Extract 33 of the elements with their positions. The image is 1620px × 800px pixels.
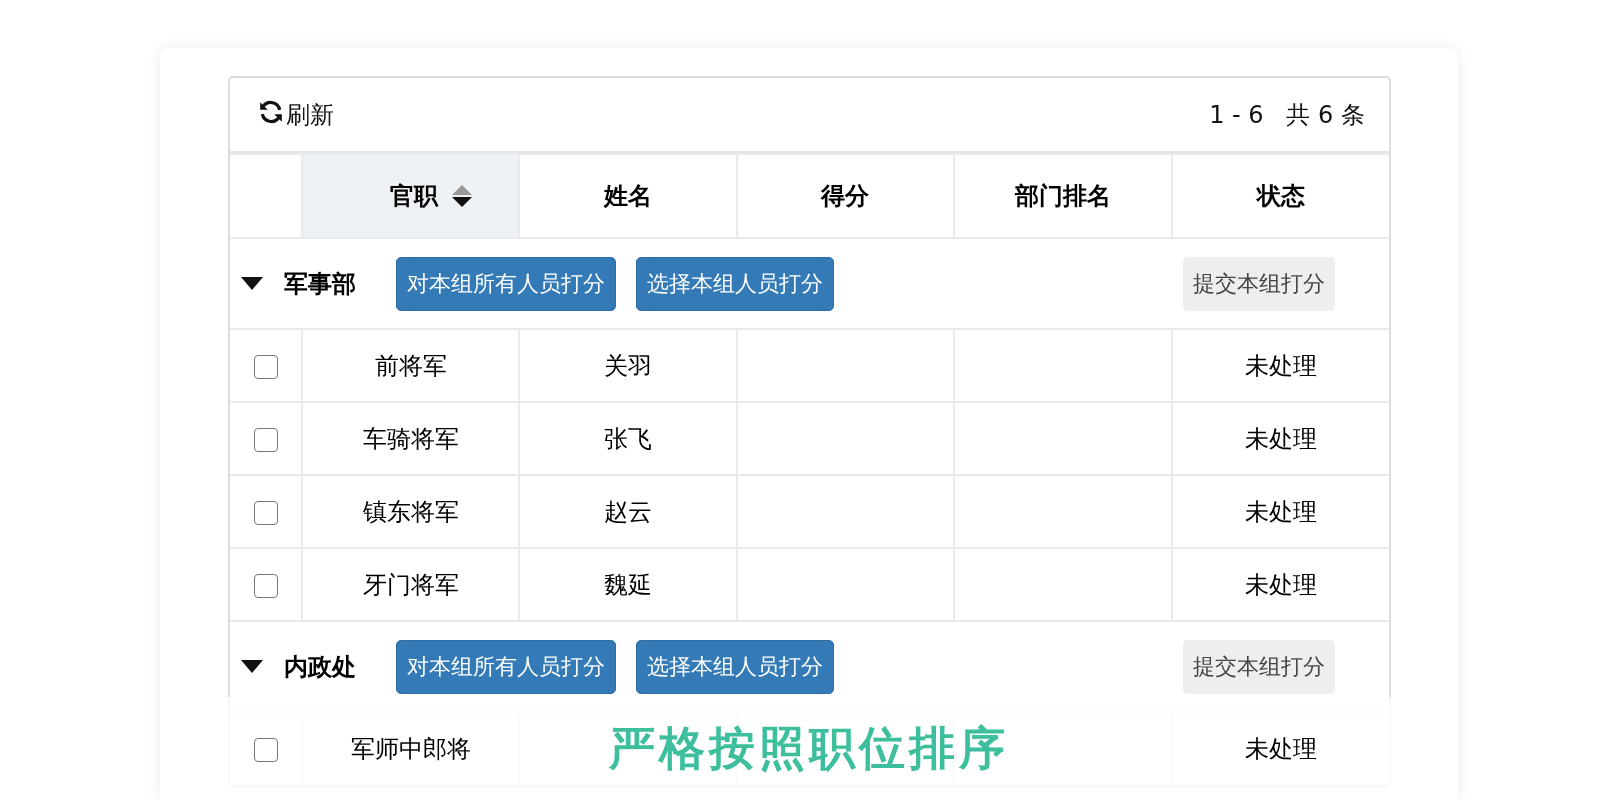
group-name: 内政处: [284, 651, 356, 683]
score-button[interactable]: 对本组所有人员打分: [396, 256, 616, 311]
refresh-button[interactable]: 刷新: [258, 98, 334, 131]
row-checkbox[interactable]: [253, 500, 278, 525]
column-header[interactable]: 状态: [1171, 154, 1389, 238]
table-cell: 未处理: [1244, 570, 1317, 599]
score-button[interactable]: 对本组所有人员打分: [396, 639, 616, 694]
table-cell: 未处理: [1244, 734, 1317, 763]
table-cell: 前将军: [374, 351, 447, 380]
table-cell: 赵云: [604, 497, 653, 526]
column-header[interactable]: 部门排名: [954, 154, 1172, 238]
column-header[interactable]: 得分: [736, 154, 955, 238]
score-button[interactable]: 选择本组人员打分: [636, 639, 834, 694]
column-header[interactable]: 官职: [302, 154, 520, 238]
pagination-info: 1 - 6 共 6 条: [1209, 99, 1365, 131]
table-cell: 魏延: [604, 570, 653, 599]
row-checkbox[interactable]: [253, 354, 278, 379]
score-button[interactable]: 选择本组人员打分: [636, 256, 834, 311]
table-cell: 未处理: [1244, 424, 1317, 453]
row-checkbox[interactable]: [253, 427, 278, 452]
table-cell: 未处理: [1244, 351, 1317, 380]
table-cell: 关羽: [604, 351, 653, 380]
table-cell: 镇东将军: [362, 497, 459, 526]
table-cell: 车骑将军: [362, 424, 459, 453]
column-header[interactable]: 姓名: [519, 154, 737, 238]
refresh-icon: [258, 98, 284, 125]
table-cell: 张飞: [604, 424, 653, 453]
table-cell: 牙门将军: [362, 570, 459, 599]
table-cell: 军师中郎将: [350, 734, 471, 763]
caption-text: 严格按照职位排序: [609, 719, 1009, 777]
group-name: 军事部: [284, 268, 356, 300]
table-cell: 未处理: [1244, 497, 1317, 526]
row-checkbox[interactable]: [253, 573, 278, 598]
